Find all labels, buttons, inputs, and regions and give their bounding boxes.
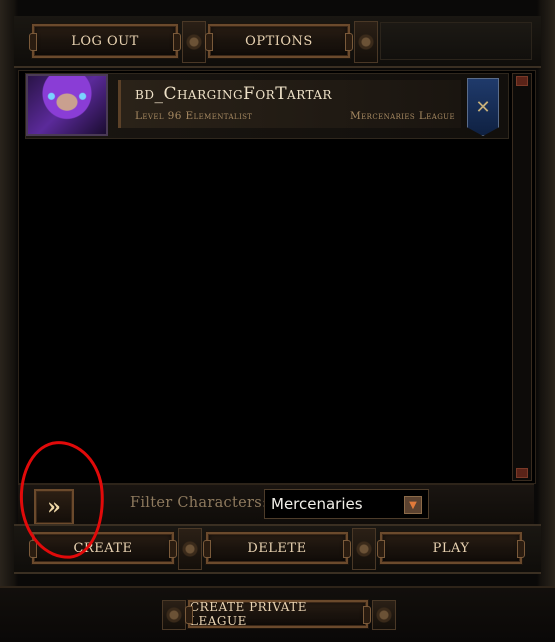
- character-league: Mercenaries League: [350, 110, 455, 122]
- logout-button[interactable]: Log Out: [29, 24, 181, 58]
- scroll-up-icon[interactable]: [516, 76, 528, 86]
- ornament-icon: [162, 600, 186, 630]
- character-row[interactable]: bd_ChargingForTartar Level 96 Elementali…: [25, 73, 509, 139]
- bottom-bar: Create Delete Play: [14, 524, 541, 574]
- top-bar-empty-slot: [380, 22, 532, 60]
- filter-league-select[interactable]: Mercenaries ▼: [264, 489, 429, 519]
- ornament-icon: [178, 528, 202, 570]
- double-chevron-right-icon: »: [47, 494, 61, 520]
- filter-characters-label: Filter Characters:: [130, 495, 268, 511]
- character-name: bd_ChargingForTartar: [135, 84, 333, 104]
- create-button[interactable]: Create: [29, 532, 177, 564]
- character-nameplate: bd_ChargingForTartar Level 96 Elementali…: [118, 80, 461, 128]
- dropdown-arrow-icon[interactable]: ▼: [404, 496, 422, 514]
- character-list-scrollbar[interactable]: [512, 73, 532, 481]
- ornament-icon: [354, 21, 378, 63]
- filter-selected-value: Mercenaries: [271, 495, 363, 513]
- private-league-bar: Create Private League: [0, 586, 555, 642]
- delete-button[interactable]: Delete: [203, 532, 351, 564]
- scroll-down-icon[interactable]: [516, 468, 528, 478]
- character-level-class: Level 96 Elementalist: [135, 110, 253, 122]
- options-button[interactable]: Options: [205, 24, 353, 58]
- ornament-icon: [352, 528, 376, 570]
- ornament-icon: [372, 600, 396, 630]
- create-private-league-button[interactable]: Create Private League: [185, 600, 371, 628]
- filter-bar: » Filter Characters: Mercenaries ▼: [18, 484, 534, 525]
- top-bar: Log Out Options: [14, 16, 541, 68]
- expand-panel-button[interactable]: »: [34, 489, 74, 525]
- character-portrait: [26, 74, 108, 136]
- league-banner-icon: ✕: [467, 78, 499, 136]
- ornament-icon: [182, 21, 206, 63]
- play-button[interactable]: Play: [377, 532, 525, 564]
- character-list: bd_ChargingForTartar Level 96 Elementali…: [18, 70, 536, 484]
